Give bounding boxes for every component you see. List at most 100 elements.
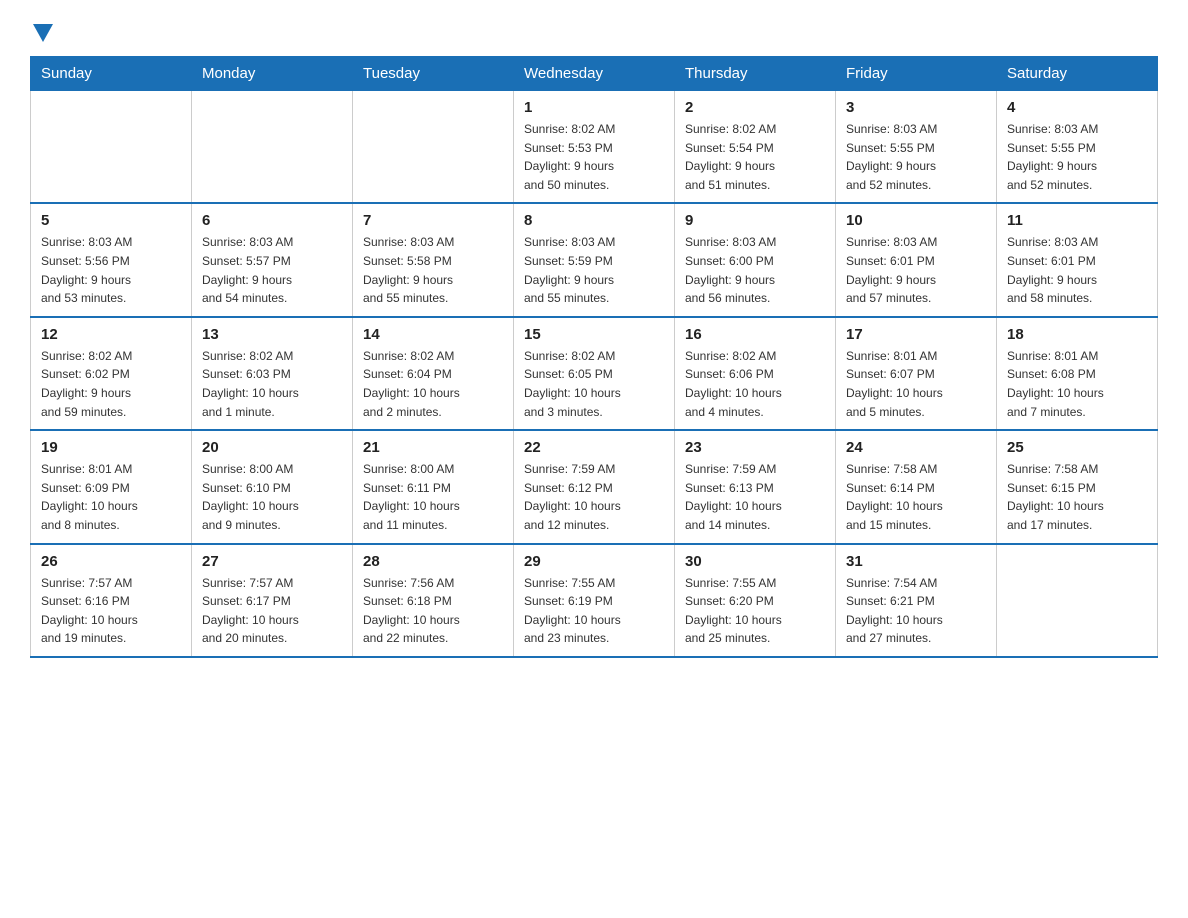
calendar-day-cell [353,91,514,204]
day-info: Sunrise: 8:01 AMSunset: 6:08 PMDaylight:… [1007,347,1147,421]
day-info: Sunrise: 7:59 AMSunset: 6:13 PMDaylight:… [685,460,825,534]
day-info: Sunrise: 8:02 AMSunset: 6:06 PMDaylight:… [685,347,825,421]
calendar-day-cell: 19 Sunrise: 8:01 AMSunset: 6:09 PMDayligh… [31,430,192,543]
header [30,20,1158,40]
day-info: Sunrise: 8:01 AMSunset: 6:07 PMDaylight:… [846,347,986,421]
day-of-week-header: Wednesday [514,57,675,91]
day-number: 22 [524,439,664,456]
day-info: Sunrise: 8:03 AMSunset: 6:00 PMDaylight:… [685,233,825,307]
day-info: Sunrise: 8:02 AMSunset: 6:04 PMDaylight:… [363,347,503,421]
day-info: Sunrise: 7:58 AMSunset: 6:14 PMDaylight:… [846,460,986,534]
logo [30,20,53,40]
day-number: 23 [685,439,825,456]
calendar-day-cell: 22Sunrise: 7:59 AMSunset: 6:12 PMDayligh… [514,430,675,543]
day-number: 29 [524,553,664,570]
day-info: Sunrise: 8:03 AMSunset: 5:56 PMDaylight:… [41,233,181,307]
calendar-day-cell: 28 Sunrise: 7:56 AMSunset: 6:18 PMDayligh… [353,544,514,657]
calendar-day-cell: 7 Sunrise: 8:03 AMSunset: 5:58 PMDaylight… [353,203,514,316]
day-number: 4 [1007,99,1147,116]
calendar-day-cell: 27Sunrise: 7:57 AMSunset: 6:17 PMDayligh… [192,544,353,657]
day-info: Sunrise: 7:54 AMSunset: 6:21 PMDaylight:… [846,574,986,648]
calendar-day-cell: 14 Sunrise: 8:02 AMSunset: 6:04 PMDayligh… [353,317,514,430]
calendar-day-cell: 4 Sunrise: 8:03 AMSunset: 5:55 PMDaylight… [997,91,1158,204]
day-number: 14 [363,326,503,343]
calendar-week-row: 12 Sunrise: 8:02 AMSunset: 6:02 PMDayligh… [31,317,1158,430]
day-info: Sunrise: 8:03 AMSunset: 5:57 PMDaylight:… [202,233,342,307]
calendar-day-cell [192,91,353,204]
day-info: Sunrise: 8:00 AMSunset: 6:11 PMDaylight:… [363,460,503,534]
calendar-week-row: 5 Sunrise: 8:03 AMSunset: 5:56 PMDaylight… [31,203,1158,316]
day-of-week-header: Friday [836,57,997,91]
day-info: Sunrise: 7:58 AMSunset: 6:15 PMDaylight:… [1007,460,1147,534]
day-number: 24 [846,439,986,456]
calendar-day-cell: 16 Sunrise: 8:02 AMSunset: 6:06 PMDayligh… [675,317,836,430]
day-number: 9 [685,212,825,229]
calendar-day-cell: 30 Sunrise: 7:55 AMSunset: 6:20 PMDayligh… [675,544,836,657]
calendar-day-cell [31,91,192,204]
calendar-week-row: 26Sunrise: 7:57 AMSunset: 6:16 PMDayligh… [31,544,1158,657]
day-number: 21 [363,439,503,456]
calendar-day-cell: 29 Sunrise: 7:55 AMSunset: 6:19 PMDayligh… [514,544,675,657]
day-info: Sunrise: 7:55 AMSunset: 6:19 PMDaylight:… [524,574,664,648]
calendar-day-cell: 26Sunrise: 7:57 AMSunset: 6:16 PMDayligh… [31,544,192,657]
calendar-table: SundayMondayTuesdayWednesdayThursdayFrid… [30,56,1158,658]
calendar-day-cell: 9 Sunrise: 8:03 AMSunset: 6:00 PMDaylight… [675,203,836,316]
calendar-day-cell: 18 Sunrise: 8:01 AMSunset: 6:08 PMDayligh… [997,317,1158,430]
calendar-day-cell: 10Sunrise: 8:03 AMSunset: 6:01 PMDayligh… [836,203,997,316]
day-number: 27 [202,553,342,570]
calendar-day-cell: 8Sunrise: 8:03 AMSunset: 5:59 PMDaylight… [514,203,675,316]
day-number: 13 [202,326,342,343]
day-number: 1 [524,99,664,116]
day-info: Sunrise: 8:03 AMSunset: 5:55 PMDaylight:… [1007,120,1147,194]
calendar-header-row: SundayMondayTuesdayWednesdayThursdayFrid… [31,57,1158,91]
day-number: 12 [41,326,181,343]
day-info: Sunrise: 8:03 AMSunset: 5:58 PMDaylight:… [363,233,503,307]
day-number: 20 [202,439,342,456]
day-info: Sunrise: 8:03 AMSunset: 5:55 PMDaylight:… [846,120,986,194]
day-number: 15 [524,326,664,343]
calendar-day-cell: 6 Sunrise: 8:03 AMSunset: 5:57 PMDaylight… [192,203,353,316]
day-number: 10 [846,212,986,229]
day-number: 17 [846,326,986,343]
day-info: Sunrise: 8:02 AMSunset: 5:53 PMDaylight:… [524,120,664,194]
calendar-day-cell: 23 Sunrise: 7:59 AMSunset: 6:13 PMDayligh… [675,430,836,543]
day-info: Sunrise: 8:02 AMSunset: 5:54 PMDaylight:… [685,120,825,194]
day-number: 5 [41,212,181,229]
calendar-day-cell: 13 Sunrise: 8:02 AMSunset: 6:03 PMDayligh… [192,317,353,430]
day-info: Sunrise: 7:56 AMSunset: 6:18 PMDaylight:… [363,574,503,648]
calendar-day-cell: 1 Sunrise: 8:02 AMSunset: 5:53 PMDaylight… [514,91,675,204]
calendar-day-cell: 5 Sunrise: 8:03 AMSunset: 5:56 PMDaylight… [31,203,192,316]
day-info: Sunrise: 8:02 AMSunset: 6:02 PMDaylight:… [41,347,181,421]
day-info: Sunrise: 8:01 AMSunset: 6:09 PMDaylight:… [41,460,181,534]
calendar-day-cell: 20 Sunrise: 8:00 AMSunset: 6:10 PMDayligh… [192,430,353,543]
day-number: 16 [685,326,825,343]
day-number: 19 [41,439,181,456]
calendar-day-cell: 24 Sunrise: 7:58 AMSunset: 6:14 PMDayligh… [836,430,997,543]
day-number: 6 [202,212,342,229]
day-number: 7 [363,212,503,229]
day-info: Sunrise: 8:02 AMSunset: 6:05 PMDaylight:… [524,347,664,421]
calendar-week-row: 19 Sunrise: 8:01 AMSunset: 6:09 PMDayligh… [31,430,1158,543]
day-info: Sunrise: 8:03 AMSunset: 6:01 PMDaylight:… [1007,233,1147,307]
day-info: Sunrise: 8:03 AMSunset: 5:59 PMDaylight:… [524,233,664,307]
day-of-week-header: Thursday [675,57,836,91]
day-number: 2 [685,99,825,116]
day-number: 28 [363,553,503,570]
day-info: Sunrise: 8:00 AMSunset: 6:10 PMDaylight:… [202,460,342,534]
day-info: Sunrise: 7:55 AMSunset: 6:20 PMDaylight:… [685,574,825,648]
day-number: 25 [1007,439,1147,456]
day-number: 18 [1007,326,1147,343]
calendar-day-cell: 31 Sunrise: 7:54 AMSunset: 6:21 PMDayligh… [836,544,997,657]
day-number: 31 [846,553,986,570]
day-of-week-header: Saturday [997,57,1158,91]
calendar-day-cell: 11 Sunrise: 8:03 AMSunset: 6:01 PMDayligh… [997,203,1158,316]
day-number: 26 [41,553,181,570]
calendar-day-cell: 3Sunrise: 8:03 AMSunset: 5:55 PMDaylight… [836,91,997,204]
logo-triangle-icon [33,24,53,42]
calendar-day-cell: 25 Sunrise: 7:58 AMSunset: 6:15 PMDayligh… [997,430,1158,543]
day-number: 30 [685,553,825,570]
day-number: 11 [1007,212,1147,229]
calendar-day-cell: 12 Sunrise: 8:02 AMSunset: 6:02 PMDayligh… [31,317,192,430]
day-of-week-header: Monday [192,57,353,91]
day-info: Sunrise: 8:02 AMSunset: 6:03 PMDaylight:… [202,347,342,421]
